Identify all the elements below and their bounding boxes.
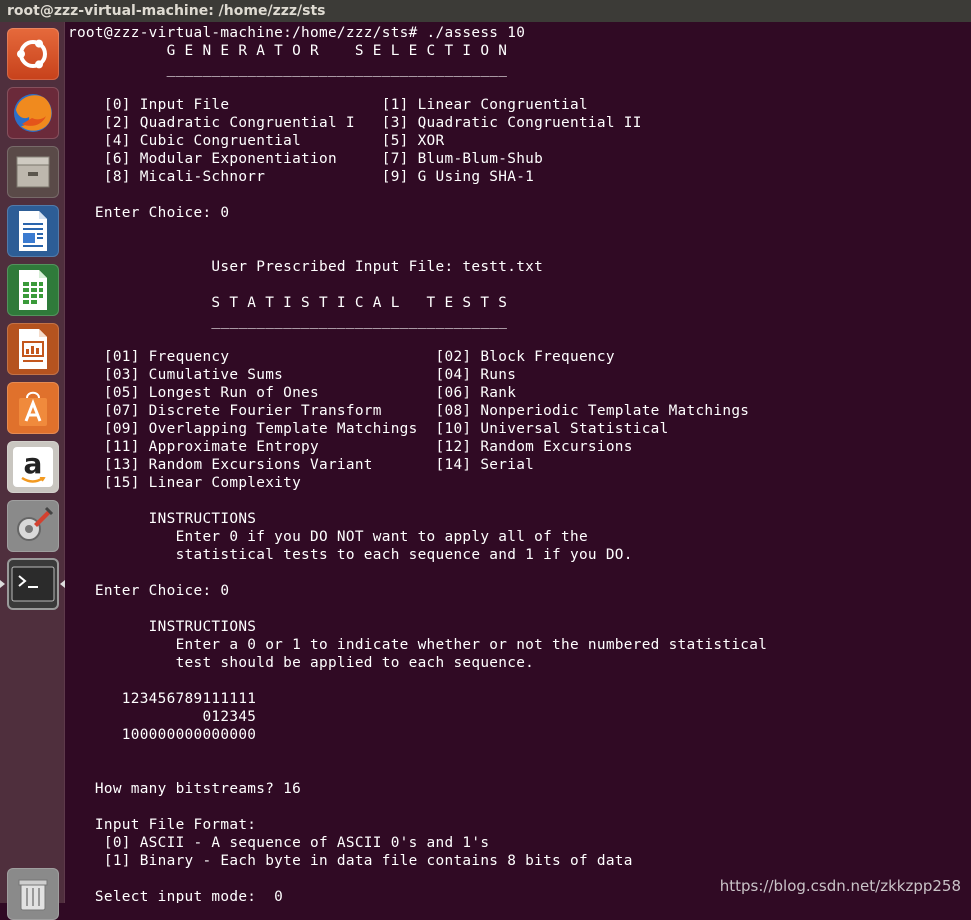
- terminal-line: [13] Random Excursions Variant [14] Seri…: [68, 457, 535, 473]
- terminal-icon[interactable]: [7, 558, 59, 610]
- files-icon[interactable]: [7, 146, 59, 198]
- terminal-line: [0] Input File [1] Linear Congruential: [68, 97, 588, 113]
- terminal-line: statistical tests to each sequence and 1…: [68, 547, 633, 563]
- terminal-line: [09] Overlapping Template Matchings [10]…: [68, 421, 669, 437]
- trash-icon[interactable]: [7, 868, 59, 920]
- terminal-line: _________________________________: [68, 313, 508, 329]
- amazon-letter: a: [23, 446, 43, 480]
- firefox-icon[interactable]: [7, 87, 59, 139]
- terminal-line: root@zzz-virtual-machine:/home/zzz/sts# …: [68, 25, 526, 41]
- active-indicator-left: [0, 580, 5, 588]
- terminal-line: G E N E R A T O R S E L E C T I O N: [68, 43, 508, 59]
- terminal-line: INSTRUCTIONS: [68, 619, 257, 635]
- terminal-line: ______________________________________: [68, 61, 508, 77]
- terminal-line: Enter 0 if you DO NOT want to apply all …: [68, 529, 588, 545]
- terminal-line: [05] Longest Run of Ones [06] Rank: [68, 385, 517, 401]
- terminal-line: [1] Binary - Each byte in data file cont…: [68, 853, 633, 869]
- terminal-line: 100000000000000: [68, 727, 257, 743]
- libreoffice-impress-icon[interactable]: [7, 323, 59, 375]
- amazon-icon[interactable]: a: [7, 441, 59, 493]
- watermark: https://blog.csdn.net/zkkzpp258: [719, 877, 961, 895]
- terminal-line: S T A T I S T I C A L T E S T S: [68, 295, 508, 311]
- terminal-line: [07] Discrete Fourier Transform [08] Non…: [68, 403, 750, 419]
- terminal-line: How many bitstreams? 16: [68, 781, 302, 797]
- terminal-line: [8] Micali-Schnorr [9] G Using SHA-1: [68, 169, 535, 185]
- active-indicator-right: [60, 580, 65, 588]
- terminal-line: 012345: [68, 709, 257, 725]
- window-title: root@zzz-virtual-machine: /home/zzz/sts: [0, 0, 971, 22]
- terminal-line: INSTRUCTIONS: [68, 511, 257, 527]
- terminal-line: test should be applied to each sequence.: [68, 655, 535, 671]
- terminal-line: Input File Format:: [68, 817, 257, 833]
- terminal-line: [0] ASCII - A sequence of ASCII 0's and …: [68, 835, 490, 851]
- ubuntu-dash-icon[interactable]: [7, 28, 59, 80]
- libreoffice-calc-icon[interactable]: [7, 264, 59, 316]
- terminal-text: root@zzz-virtual-machine:/home/zzz/sts# …: [67, 22, 971, 903]
- software-center-icon[interactable]: [7, 382, 59, 434]
- terminal-line: [03] Cumulative Sums [04] Runs: [68, 367, 517, 383]
- terminal-line: Enter Choice: 0: [68, 583, 230, 599]
- terminal-line: 123456789111111: [68, 691, 257, 707]
- terminal-line: [2] Quadratic Congruential I [3] Quadrat…: [68, 115, 642, 131]
- terminal-line: [15] Linear Complexity: [68, 475, 302, 491]
- terminal-line: [4] Cubic Congruential [5] XOR: [68, 133, 445, 149]
- terminal-output[interactable]: root@zzz-virtual-machine:/home/zzz/sts# …: [67, 22, 971, 903]
- launcher: a: [0, 22, 65, 920]
- terminal-line: [01] Frequency [02] Block Frequency: [68, 349, 615, 365]
- terminal-line: [6] Modular Exponentiation [7] Blum-Blum…: [68, 151, 544, 167]
- system-settings-icon[interactable]: [7, 500, 59, 552]
- terminal-line: User Prescribed Input File: testt.txt: [68, 259, 544, 275]
- terminal-line: Enter Choice: 0: [68, 205, 230, 221]
- terminal-line: Enter a 0 or 1 to indicate whether or no…: [68, 637, 768, 653]
- libreoffice-writer-icon[interactable]: [7, 205, 59, 257]
- terminal-line: [11] Approximate Entropy [12] Random Exc…: [68, 439, 633, 455]
